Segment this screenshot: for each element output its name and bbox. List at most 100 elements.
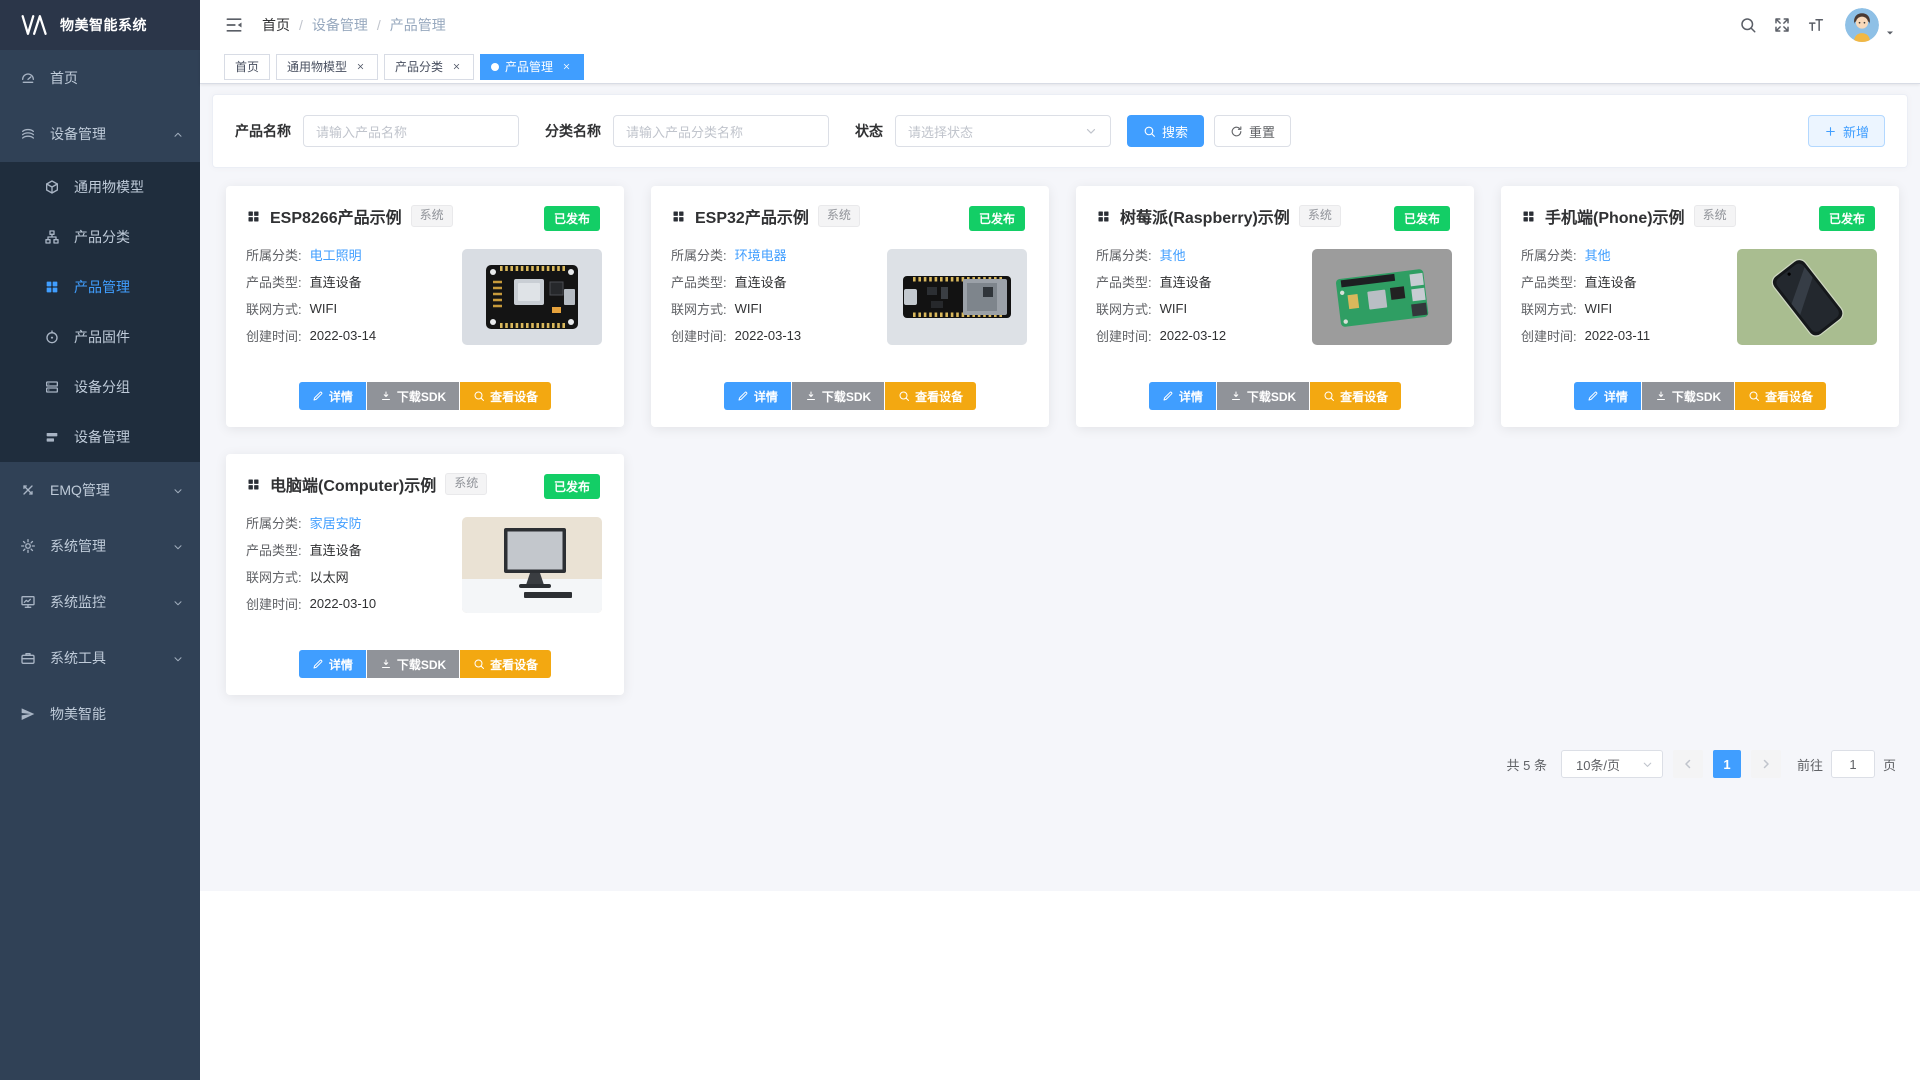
grid-icon (44, 279, 60, 295)
download-icon (1655, 390, 1667, 402)
active-tab-dot (491, 63, 499, 71)
card-actions: 详情下载SDK查看设备 (226, 650, 624, 678)
chevron-down-icon (172, 596, 184, 608)
card-actions: 详情下载SDK查看设备 (1501, 382, 1899, 410)
font-size-icon[interactable] (1807, 16, 1825, 34)
next-page-button[interactable] (1751, 750, 1781, 778)
download-sdk-button[interactable]: 下载SDK (1642, 382, 1734, 410)
close-icon[interactable] (353, 60, 367, 74)
edit-icon (1162, 390, 1174, 402)
status-select[interactable]: 请选择状态 (895, 115, 1111, 147)
sidebar-item-product-management[interactable]: 产品管理 (0, 262, 200, 312)
created-date: 2022-03-10 (310, 596, 377, 611)
category-link[interactable]: 其他 (1585, 245, 1611, 264)
product-title: ESP32产品示例 (695, 204, 809, 228)
sidebar-item-wumei-smart[interactable]: 物美智能 (0, 686, 200, 742)
network-type: 以太网 (310, 567, 349, 586)
detail-button[interactable]: 详情 (1574, 382, 1641, 410)
view-devices-button[interactable]: 查看设备 (1310, 382, 1401, 410)
caret-down-icon (1884, 26, 1896, 38)
created-date: 2022-03-13 (735, 328, 802, 343)
fullscreen-icon[interactable] (1773, 16, 1791, 34)
product-title: 手机端(Phone)示例 (1545, 204, 1685, 228)
app-logo[interactable]: 物美智能系统 (0, 0, 200, 50)
sidebar-item-product-firmware[interactable]: 产品固件 (0, 312, 200, 362)
pagination: 共 5 条 10条/页 1 前往 页 (212, 750, 1908, 778)
edit-icon (737, 390, 749, 402)
download-sdk-button[interactable]: 下载SDK (367, 382, 459, 410)
category-link[interactable]: 环境电器 (735, 245, 787, 264)
sidebar-item-home[interactable]: 首页 (0, 50, 200, 106)
product-title: 树莓派(Raspberry)示例 (1120, 204, 1290, 228)
network-type: WIFI (1160, 301, 1187, 316)
tab-home[interactable]: 首页 (224, 54, 270, 80)
sidebar-item-emq-management[interactable]: EMQ管理 (0, 462, 200, 518)
sidebar-item-system-monitor[interactable]: 系统监控 (0, 574, 200, 630)
chevron-down-icon (1641, 758, 1654, 771)
product-name-input[interactable]: 请输入产品名称 (303, 115, 519, 147)
detail-button[interactable]: 详情 (299, 382, 366, 410)
sidebar-item-system-tools[interactable]: 系统工具 (0, 630, 200, 686)
tab-general-thing-model[interactable]: 通用物模型 (276, 54, 378, 80)
chevron-up-icon (172, 128, 184, 140)
search-icon (898, 390, 910, 402)
close-icon[interactable] (559, 60, 573, 74)
breadcrumb-item[interactable]: 首页 (262, 15, 290, 35)
view-devices-button[interactable]: 查看设备 (885, 382, 976, 410)
product-name-label: 产品名称 (235, 121, 291, 141)
network-type: WIFI (1585, 301, 1612, 316)
user-menu[interactable] (1845, 8, 1896, 42)
sidebar-menu: 首页设备管理通用物模型产品分类产品管理产品固件设备分组设备管理EMQ管理系统管理… (0, 50, 200, 742)
add-button[interactable]: 新增 (1808, 115, 1885, 147)
breadcrumb-separator: / (377, 17, 381, 33)
category-link[interactable]: 其他 (1160, 245, 1186, 264)
system-tag: 系统 (1694, 205, 1736, 227)
grid-icon (1521, 209, 1536, 224)
search-icon (473, 390, 485, 402)
product-image-esp8266 (462, 249, 602, 345)
product-type: 直连设备 (310, 272, 362, 291)
created-date: 2022-03-14 (310, 328, 377, 343)
created-date: 2022-03-12 (1160, 328, 1227, 343)
product-type: 直连设备 (1585, 272, 1637, 291)
search-icon (1143, 125, 1156, 138)
sidebar-item-device-list[interactable]: 设备管理 (0, 412, 200, 462)
product-card: 手机端(Phone)示例系统已发布所属分类:其他产品类型:直连设备联网方式:WI… (1501, 186, 1899, 427)
close-icon[interactable] (449, 60, 463, 74)
product-type: 直连设备 (735, 272, 787, 291)
sidebar-item-system-management[interactable]: 系统管理 (0, 518, 200, 574)
download-sdk-button[interactable]: 下载SDK (367, 650, 459, 678)
view-devices-button[interactable]: 查看设备 (460, 382, 551, 410)
prev-page-button[interactable] (1673, 750, 1703, 778)
category-link[interactable]: 电工照明 (310, 245, 362, 264)
sidebar-item-device-group[interactable]: 设备分组 (0, 362, 200, 412)
dashboard-icon (20, 70, 36, 86)
detail-button[interactable]: 详情 (724, 382, 791, 410)
search-button[interactable]: 搜索 (1127, 115, 1204, 147)
breadcrumb-separator: / (299, 17, 303, 33)
goto-page-input[interactable] (1831, 750, 1875, 778)
page-number-1[interactable]: 1 (1713, 750, 1741, 778)
download-sdk-button[interactable]: 下载SDK (792, 382, 884, 410)
edit-icon (312, 390, 324, 402)
sidebar-item-device-management[interactable]: 设备管理 (0, 106, 200, 162)
sidebar-item-product-category[interactable]: 产品分类 (0, 212, 200, 262)
sidebar-fold-icon[interactable] (224, 15, 244, 35)
status-badge: 已发布 (1394, 206, 1450, 231)
page-size-select[interactable]: 10条/页 (1561, 750, 1663, 778)
sidebar-item-general-thing-model[interactable]: 通用物模型 (0, 162, 200, 212)
search-icon[interactable] (1739, 16, 1757, 34)
view-devices-button[interactable]: 查看设备 (1735, 382, 1826, 410)
detail-button[interactable]: 详情 (299, 650, 366, 678)
cube-icon (44, 179, 60, 195)
category-link[interactable]: 家居安防 (310, 513, 362, 532)
download-sdk-button[interactable]: 下载SDK (1217, 382, 1309, 410)
view-devices-button[interactable]: 查看设备 (460, 650, 551, 678)
tab-product-category[interactable]: 产品分类 (384, 54, 474, 80)
reset-button[interactable]: 重置 (1214, 115, 1291, 147)
avatar[interactable] (1845, 8, 1879, 42)
product-title: 电脑端(Computer)示例 (270, 472, 436, 496)
detail-button[interactable]: 详情 (1149, 382, 1216, 410)
category-name-input[interactable]: 请输入产品分类名称 (613, 115, 829, 147)
tab-product-management[interactable]: 产品管理 (480, 54, 584, 80)
